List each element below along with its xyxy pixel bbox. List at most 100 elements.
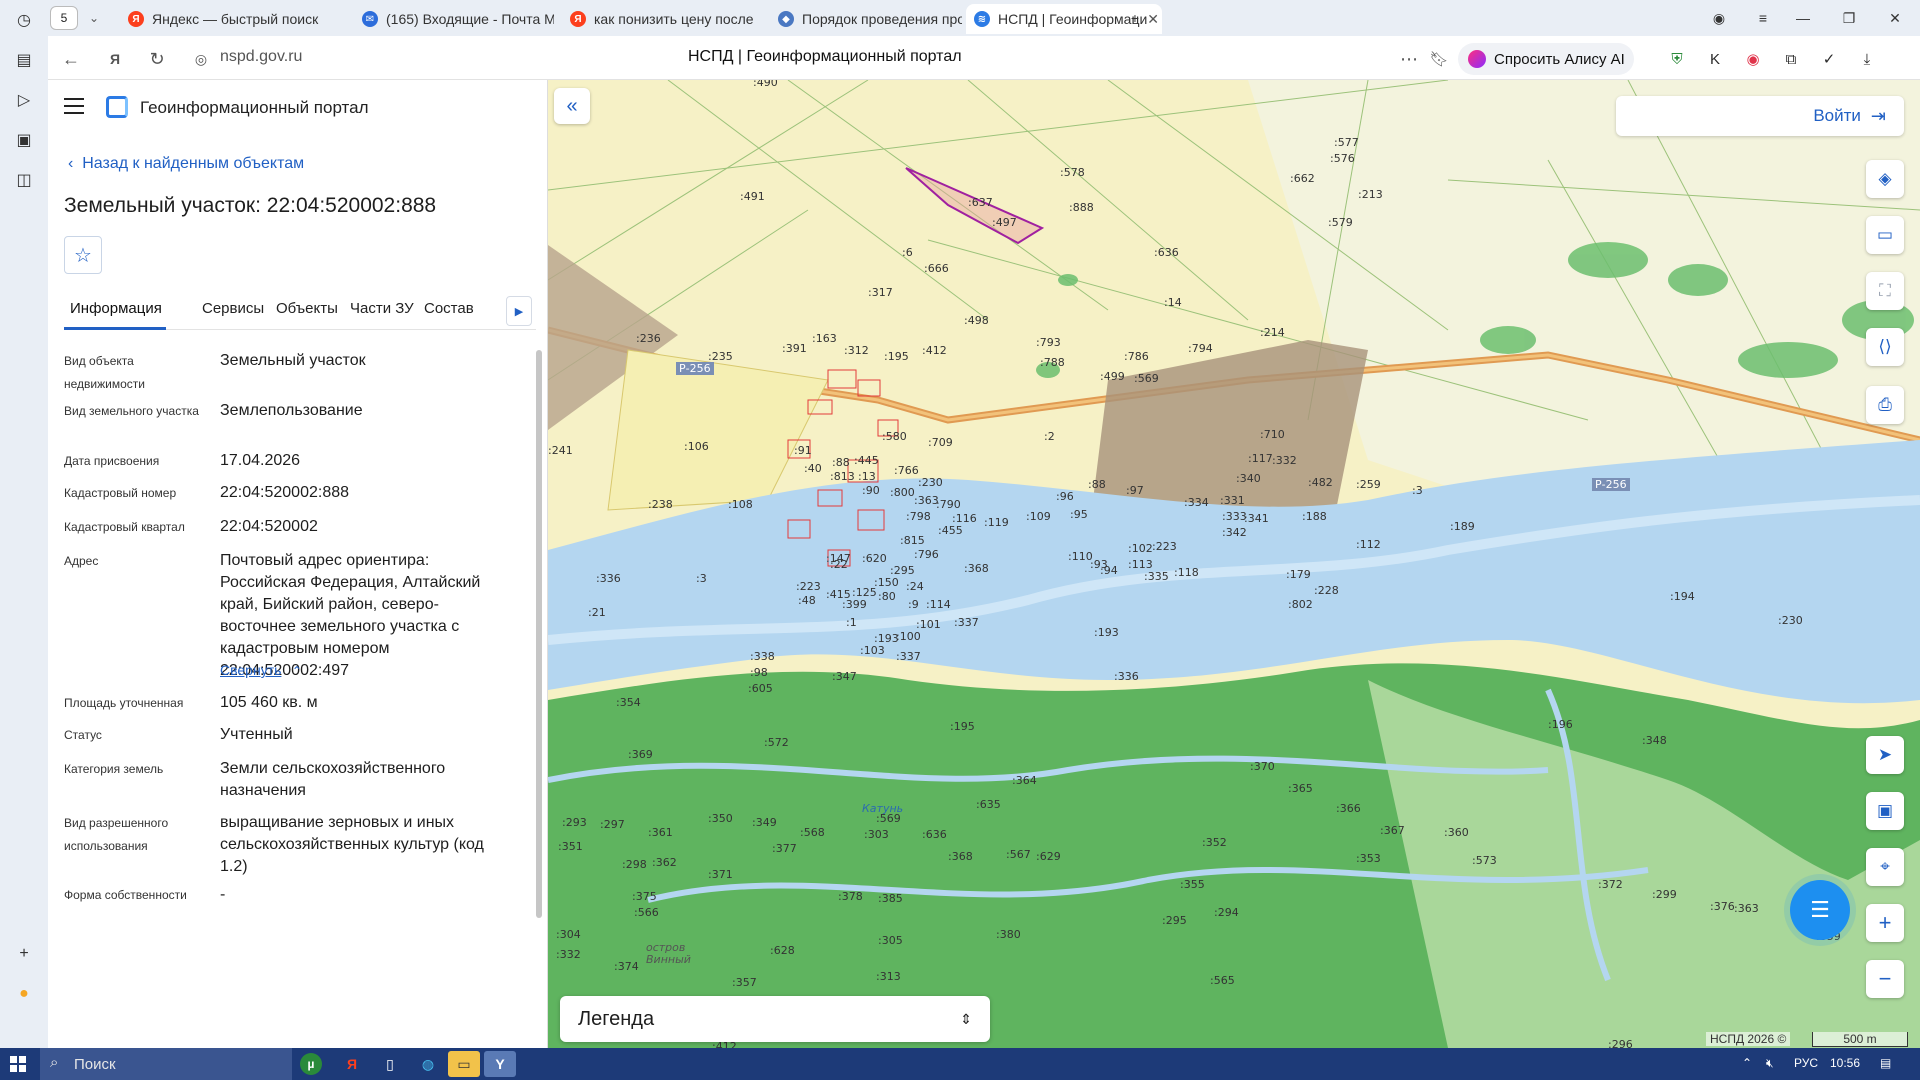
parcel-label[interactable]: :637 xyxy=(968,196,993,209)
parcel-label[interactable]: :296 xyxy=(1608,1038,1633,1048)
parcel-label[interactable]: :3 xyxy=(1412,484,1423,497)
parcel-label[interactable]: :350 xyxy=(708,812,733,825)
yandex-browser-icon[interactable]: Я xyxy=(338,1051,366,1077)
parcel-label[interactable]: :363 xyxy=(1734,902,1759,915)
new-tab-icon[interactable]: + xyxy=(1120,6,1150,30)
parcel-label[interactable]: :88 xyxy=(832,456,850,469)
collapse-link[interactable]: Свернуть xyxy=(220,662,281,678)
zoom-out-button[interactable]: − xyxy=(1866,960,1904,998)
parcel-label[interactable]: :367 xyxy=(1380,824,1405,837)
parcel-label[interactable]: :114 xyxy=(926,598,951,611)
menu-icon[interactable]: ≡ xyxy=(1748,6,1778,30)
parcel-label[interactable]: :259 xyxy=(1356,478,1381,491)
notes-icon[interactable]: ▯ xyxy=(376,1051,404,1077)
parcel-label[interactable]: :332 xyxy=(1272,454,1297,467)
parcel-label[interactable]: :3 xyxy=(696,572,707,585)
parcel-label[interactable]: :332 xyxy=(556,948,581,961)
parcel-label[interactable]: :295 xyxy=(1162,914,1187,927)
parcel-label[interactable]: :106 xyxy=(684,440,709,453)
parcel-label[interactable]: :194 xyxy=(1670,590,1695,603)
parcel-label[interactable]: :333 xyxy=(1222,510,1247,523)
parcel-label[interactable]: :342 xyxy=(1222,526,1247,539)
back-arrow-icon[interactable]: ← xyxy=(58,46,84,72)
parcel-label[interactable]: :620 xyxy=(862,552,887,565)
app-icon[interactable]: ◍ xyxy=(414,1051,442,1077)
parcel-label[interactable]: :98 xyxy=(750,666,768,679)
yandex-app-icon[interactable]: Y xyxy=(484,1051,516,1077)
parcel-label[interactable]: :629 xyxy=(1036,850,1061,863)
parcel-label[interactable]: :188 xyxy=(1302,510,1327,523)
parcel-label[interactable]: :341 xyxy=(1244,512,1269,525)
parcel-label[interactable]: :357 xyxy=(732,976,757,989)
parcel-label[interactable]: :223 xyxy=(1152,540,1177,553)
parcel-label[interactable]: :567 xyxy=(1006,848,1031,861)
yandex-home-icon[interactable]: Я xyxy=(102,46,128,72)
chevron-up-icon[interactable]: ⌃ xyxy=(292,664,302,678)
select-area-button[interactable]: ⛶ xyxy=(1866,272,1904,310)
parcel-label[interactable]: :565 xyxy=(1210,974,1235,987)
parcel-label[interactable]: :2 xyxy=(1044,430,1055,443)
parcel-label[interactable]: :9 xyxy=(908,598,919,611)
parcel-label[interactable]: :100 xyxy=(896,630,921,643)
parcel-label[interactable]: :336 xyxy=(1114,670,1139,683)
parcel-label[interactable]: :490 xyxy=(753,80,778,89)
parcel-label[interactable]: :40 xyxy=(804,462,822,475)
zoom-in-button[interactable]: + xyxy=(1866,904,1904,942)
parcel-label-888[interactable]: :888 xyxy=(1069,201,1094,214)
download-icon[interactable]: ⤓ xyxy=(1856,48,1878,70)
parcel-label[interactable]: :580 xyxy=(882,430,907,443)
parcel-label[interactable]: :412 xyxy=(922,344,947,357)
parcel-label[interactable]: :119 xyxy=(984,516,1009,529)
shield-extension-icon[interactable]: ⛨ xyxy=(1666,48,1688,70)
taskbar-search[interactable]: ⌕ Поиск xyxy=(40,1048,292,1080)
parcel-label[interactable]: :97 xyxy=(1126,484,1144,497)
parcel-label[interactable]: :88 xyxy=(1088,478,1106,491)
parcel-label[interactable]: :372 xyxy=(1598,878,1623,891)
parcel-label[interactable]: :230 xyxy=(1778,614,1803,627)
parcel-label[interactable]: :331 xyxy=(1220,494,1245,507)
language-indicator[interactable]: РУС xyxy=(1794,1056,1818,1070)
tab-composition[interactable]: Состав xyxy=(424,300,474,317)
parcel-label[interactable]: :6 xyxy=(902,246,913,259)
parcel-label[interactable]: :13 xyxy=(858,470,876,483)
bookmark-icon[interactable]: 🔖︎ xyxy=(1426,46,1452,72)
search-location-button[interactable]: ⌖ xyxy=(1866,848,1904,886)
parcel-label[interactable]: :348 xyxy=(1642,734,1667,747)
parcel-label[interactable]: :118 xyxy=(1174,566,1199,579)
geolocation-button[interactable]: ➤ xyxy=(1866,736,1904,774)
parcel-label[interactable]: :482 xyxy=(1308,476,1333,489)
parcel-label[interactable]: :376 xyxy=(1710,900,1735,913)
parcel-label[interactable]: :354 xyxy=(616,696,641,709)
parcel-label[interactable]: :230 xyxy=(918,476,943,489)
parcel-label[interactable]: :636 xyxy=(922,828,947,841)
parcel-label[interactable]: :196 xyxy=(1548,718,1573,731)
parcel-label[interactable]: :1 xyxy=(846,616,857,629)
parcel-label[interactable]: :370 xyxy=(1250,760,1275,773)
parcel-label[interactable]: :297 xyxy=(600,818,625,831)
site-info-icon[interactable]: ◎ xyxy=(188,46,214,72)
parcel-label[interactable]: :193 xyxy=(1094,626,1119,639)
parcel-label[interactable]: :189 xyxy=(1450,520,1475,533)
hamburger-menu-icon[interactable] xyxy=(64,98,84,114)
parcel-label[interactable]: :572 xyxy=(764,736,789,749)
share-button[interactable]: ⟨⟩ xyxy=(1866,328,1904,366)
parcel-label[interactable]: :238 xyxy=(648,498,673,511)
parcel-label[interactable]: :96 xyxy=(1056,490,1074,503)
parcel-label[interactable]: :788 xyxy=(1040,356,1065,369)
parcel-label[interactable]: :110 xyxy=(1068,550,1093,563)
parcel-label[interactable]: :391 xyxy=(782,342,807,355)
parcel-label[interactable]: :347 xyxy=(832,670,857,683)
parcel-label[interactable]: :362 xyxy=(652,856,677,869)
parcel-label[interactable]: :21 xyxy=(588,606,606,619)
screenshot-icon[interactable]: ◫ xyxy=(10,166,38,194)
ask-alice-button[interactable]: Спросить Алису AI xyxy=(1458,43,1634,75)
parcel-label[interactable]: :108 xyxy=(728,498,753,511)
parcel-label[interactable]: :195 xyxy=(884,350,909,363)
parcel-label[interactable]: :163 xyxy=(812,332,837,345)
parcel-label[interactable]: :371 xyxy=(708,868,733,881)
parcel-label[interactable]: :338 xyxy=(750,650,775,663)
parcel-label[interactable]: :102 xyxy=(1128,542,1153,555)
parcel-label[interactable]: :635 xyxy=(976,798,1001,811)
parcel-label[interactable]: :112 xyxy=(1356,538,1381,551)
parcel-label[interactable]: :365 xyxy=(1288,782,1313,795)
